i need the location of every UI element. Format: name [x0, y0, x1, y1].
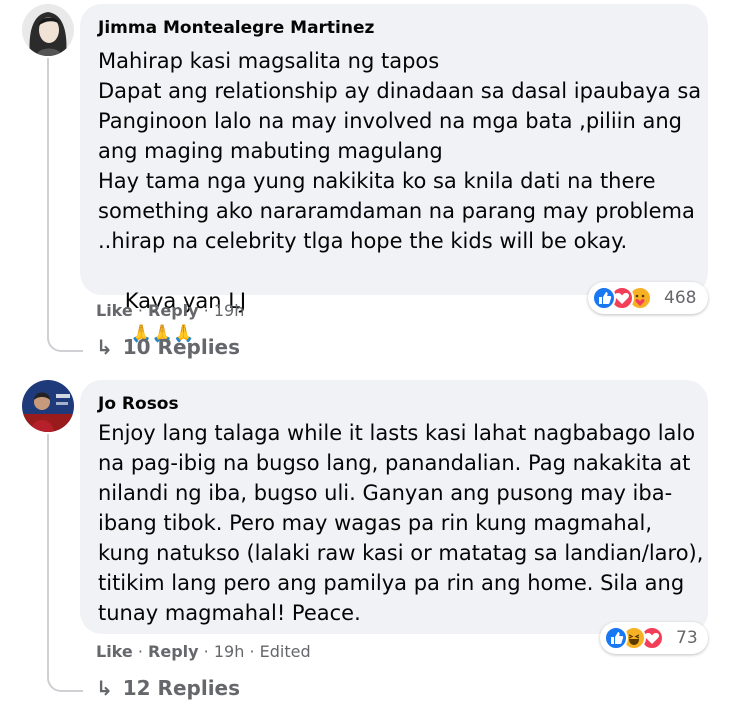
- comment-line: Hay tama nga yung nakikita ko sa knila d…: [98, 169, 656, 193]
- comment-line: na pag-ibig na bugso lang, panandalian. …: [98, 451, 691, 475]
- reply-arrow-icon: ↳: [96, 335, 113, 359]
- comment-line: something ako nararamdaman na parang may…: [98, 199, 695, 223]
- thread-line-1: [47, 58, 49, 294]
- thread-connector-1: [47, 290, 83, 352]
- thread-line-2: [47, 434, 49, 634]
- separator-dot: ·: [203, 301, 209, 320]
- comment-line: nilandi ng iba, bugso uli. Ganyan ang pu…: [98, 481, 673, 505]
- separator-dot: ·: [249, 642, 255, 661]
- reply-button[interactable]: Reply: [148, 301, 199, 320]
- like-button[interactable]: Like: [96, 642, 133, 661]
- separator-dot: ·: [203, 642, 209, 661]
- separator-dot: ·: [137, 301, 143, 320]
- comment-line: Dapat ang relationship ay dinadaan sa da…: [98, 79, 702, 103]
- reaction-count: 468: [664, 288, 697, 308]
- view-replies-button-2[interactable]: ↳ 12 Replies: [96, 676, 240, 700]
- timestamp-link[interactable]: 19h: [214, 301, 245, 320]
- avatar-jimma[interactable]: [22, 4, 74, 56]
- replies-label: 12 Replies: [122, 676, 241, 700]
- edited-label[interactable]: Edited: [260, 642, 311, 661]
- comment-line: tunay magmahal! Peace.: [98, 601, 361, 625]
- thread-connector-2: [47, 630, 83, 692]
- view-replies-button-1[interactable]: ↳ 10 Replies: [96, 335, 240, 359]
- comment-bubble-2: Jo Rosos Enjoy lang talaga while it last…: [80, 380, 708, 634]
- comment-line: ibang tibok. Pero may wagas pa rin kung …: [98, 511, 653, 535]
- comment-author[interactable]: Jo Rosos: [98, 394, 179, 414]
- comment-line: Enjoy lang talaga while it lasts kasi la…: [98, 421, 696, 445]
- comment-line: Panginoon lalo na may involved na mga ba…: [98, 109, 683, 133]
- comment-author[interactable]: Jimma Montealegre Martinez: [98, 18, 374, 38]
- reply-button[interactable]: Reply: [148, 642, 199, 661]
- comment-actions-2: Like · Reply · 19h · Edited: [96, 642, 311, 661]
- replies-label: 10 Replies: [122, 335, 241, 359]
- avatar-jo-rosos[interactable]: [22, 380, 74, 432]
- comment-actions-1: Like · Reply · 19h: [96, 301, 244, 320]
- like-icon: [604, 626, 628, 650]
- like-button[interactable]: Like: [96, 301, 133, 320]
- comment-line: ang maging mabuting magulang: [98, 139, 443, 163]
- reply-arrow-icon: ↳: [96, 676, 113, 700]
- separator-dot: ·: [137, 642, 143, 661]
- comment-line: kung natukso (lalaki raw kasi or matatag…: [98, 541, 704, 565]
- reaction-count: 73: [676, 628, 698, 648]
- comment-bubble-1: Jimma Montealegre Martinez Mahirap kasi …: [80, 4, 708, 344]
- reaction-summary-2[interactable]: 73: [600, 622, 708, 654]
- like-icon: [592, 286, 616, 310]
- comment-line: ..hirap na celebrity tlga hope the kids …: [98, 229, 628, 253]
- timestamp-link[interactable]: 19h: [214, 642, 245, 661]
- comment-line: titikim lang pero ang pamilya pa rin ang…: [98, 571, 685, 595]
- comment-line: Mahirap kasi magsalita ng tapos: [98, 49, 440, 73]
- reaction-summary-1[interactable]: 468: [588, 282, 708, 314]
